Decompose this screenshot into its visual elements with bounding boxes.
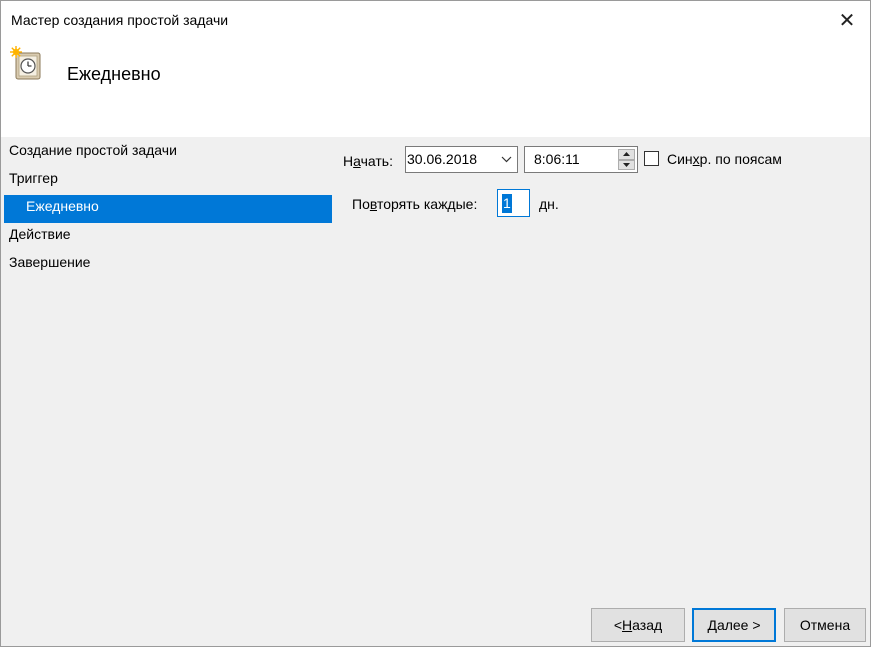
- time-spin-buttons: [618, 149, 635, 170]
- back-button[interactable]: < Назад: [591, 608, 685, 642]
- arrow-up-icon: [623, 152, 630, 157]
- sync-timezones-label[interactable]: Синхр. по поясам: [667, 151, 782, 167]
- sync-timezones-checkbox[interactable]: [644, 151, 659, 166]
- task-clock-icon: [10, 46, 41, 80]
- step-create-task[interactable]: Создание простой задачи: [4, 139, 332, 167]
- repeat-days-value: 1: [502, 194, 512, 213]
- window-title: Мастер создания простой задачи: [11, 12, 229, 28]
- spin-down-button[interactable]: [618, 159, 635, 170]
- wizard-steps: Создание простой задачи Триггер Ежедневн…: [4, 139, 332, 279]
- spin-up-button[interactable]: [618, 149, 635, 160]
- step-trigger[interactable]: Триггер: [4, 167, 332, 195]
- wizard-window: Мастер создания простой задачи ✕ Ежеднев…: [0, 0, 871, 647]
- start-time-value: 8:06:11: [534, 151, 580, 167]
- start-date-value: 30.06.2018: [407, 151, 478, 167]
- close-icon: ✕: [838, 9, 856, 32]
- trigger-settings: Начать: 30.06.2018 8:06:11 Синхр. по поя…: [333, 139, 870, 599]
- close-button[interactable]: ✕: [824, 1, 870, 39]
- page-title: Ежедневно: [67, 64, 161, 84]
- repeat-days-input[interactable]: 1: [497, 189, 530, 217]
- step-finish[interactable]: Завершение: [4, 251, 332, 279]
- repeat-label: Повторять каждые:: [352, 196, 478, 212]
- start-date-picker[interactable]: 30.06.2018: [405, 146, 518, 173]
- next-button[interactable]: Далее >: [692, 608, 776, 642]
- repeat-unit-label: дн.: [539, 196, 559, 212]
- step-daily[interactable]: Ежедневно: [4, 195, 332, 223]
- chevron-down-icon[interactable]: [495, 147, 517, 172]
- title-bar: Мастер создания простой задачи ✕: [1, 1, 870, 39]
- cancel-button[interactable]: Отмена: [784, 608, 866, 642]
- start-time-stepper[interactable]: 8:06:11: [524, 146, 638, 173]
- start-label: Начать:: [343, 153, 393, 169]
- arrow-down-icon: [623, 162, 630, 167]
- wizard-header: Ежедневно: [1, 39, 870, 137]
- step-action[interactable]: Действие: [4, 223, 332, 251]
